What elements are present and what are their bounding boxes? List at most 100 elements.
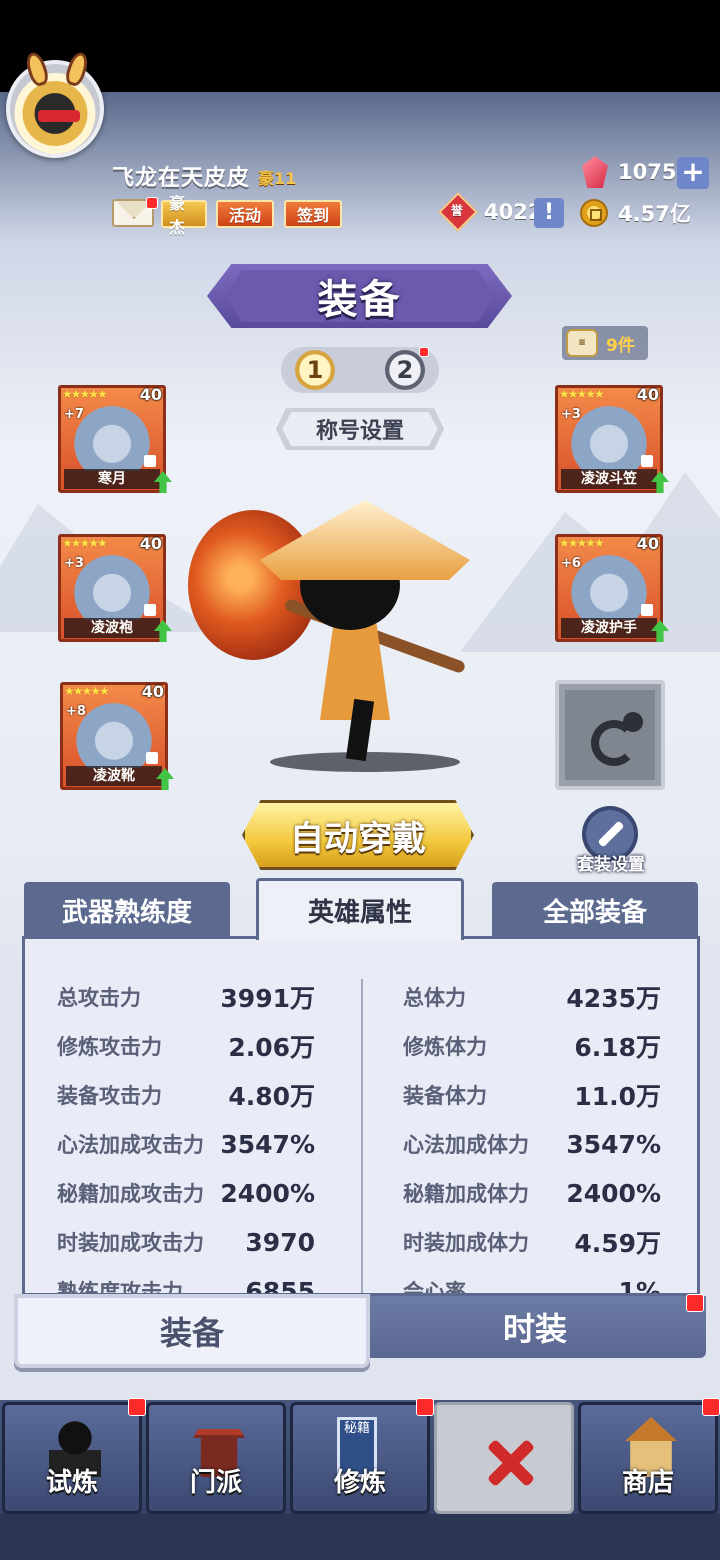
stat-row: 修炼体力 6.18万 xyxy=(403,1033,661,1062)
column-divider xyxy=(361,979,363,1293)
hat-slot[interactable]: ★★★★★ 40 +3 凌波斗笠 xyxy=(555,385,669,493)
stat-row: 熟练度攻击力 6855 xyxy=(57,1276,315,1296)
nav-label: 商店 xyxy=(621,1468,674,1498)
avatar-ear xyxy=(63,50,91,88)
notification-dot xyxy=(702,1398,720,1416)
notification-dot xyxy=(686,1294,704,1312)
slot-level: 40 xyxy=(636,534,659,553)
avatar-ear xyxy=(23,50,51,88)
slot-name: 凌波靴 xyxy=(66,766,162,786)
nav-cultivate[interactable]: 秘籍 修炼 xyxy=(290,1402,430,1514)
title-setting-button[interactable]: 称号设置 xyxy=(276,408,444,450)
screen-title-banner: 装备 xyxy=(207,264,512,328)
suit-setting-button[interactable]: 套装设置 xyxy=(566,806,656,875)
honor-counter: 誉 4022 xyxy=(438,192,542,232)
stat-row: 总体力 4235万 xyxy=(403,984,661,1013)
avatar-mask xyxy=(38,110,80,122)
notification-dot xyxy=(416,1398,434,1416)
lock-icon xyxy=(146,752,158,764)
nav-trial[interactable]: 试炼 xyxy=(2,1402,142,1514)
close-icon xyxy=(487,1439,531,1483)
nav-label: 门派 xyxy=(189,1468,242,1498)
lock-icon xyxy=(641,604,653,616)
nav-close[interactable] xyxy=(434,1402,574,1514)
gauntlet-slot[interactable]: ★★★★★ 40 +6 凌波护手 xyxy=(555,534,669,642)
star-rating: ★★★★★ xyxy=(559,536,605,550)
enhance-level: +3 xyxy=(561,407,581,422)
stat-row: 会心率 1% xyxy=(403,1276,661,1296)
activity-button[interactable]: 活动 xyxy=(216,200,274,228)
enhance-level: +8 xyxy=(66,704,86,719)
stat-row: 秘籍加成体力 2400% xyxy=(403,1178,661,1208)
subtab-equipment[interactable]: 装备 xyxy=(14,1294,370,1368)
slot-level: 40 xyxy=(139,534,162,553)
weapon-slot[interactable]: ★★★★★ 40 +7 寒月 xyxy=(58,385,172,493)
slot-level: 40 xyxy=(141,682,164,701)
subtab-fashion[interactable]: 时装 xyxy=(364,1296,706,1358)
stat-row: 心法加成攻击力 3547% xyxy=(57,1129,315,1159)
stat-row: 装备体力 11.0万 xyxy=(403,1082,661,1111)
signin-button[interactable]: 签到 xyxy=(284,200,342,228)
scroll-count: 9件 xyxy=(606,335,635,356)
star-rating: ★★★★★ xyxy=(62,536,108,550)
slot-inner xyxy=(565,690,655,780)
enhance-level: +7 xyxy=(64,407,84,422)
scroll-icon: ≡ xyxy=(566,329,598,357)
stat-row: 秘籍加成攻击力 2400% xyxy=(57,1178,315,1208)
hero-attributes-panel: 总攻击力 3991万 修炼攻击力 2.06万 装备攻击力 4.80万 心法加成攻击力 3… xyxy=(22,936,700,1296)
star-rating: ★★★★★ xyxy=(64,684,110,698)
nav-shop[interactable]: 商店 xyxy=(578,1402,718,1514)
stat-row: 装备攻击力 4.80万 xyxy=(57,1082,315,1111)
tab-hero-attributes[interactable]: 英雄属性 xyxy=(256,878,464,940)
ring-dot xyxy=(623,712,643,732)
slot-level: 40 xyxy=(636,385,659,404)
gem-icon xyxy=(582,156,608,188)
gem-counter: 1075 xyxy=(582,156,676,188)
lock-icon xyxy=(641,455,653,467)
accessory-empty-slot[interactable] xyxy=(555,680,665,790)
gem-amount: 1075 xyxy=(618,160,677,184)
hero-character xyxy=(170,480,500,780)
nav-label: 修炼 xyxy=(333,1468,386,1498)
honor-icon: 誉 xyxy=(438,192,478,232)
scroll-count-chip[interactable]: ≡ 9件 xyxy=(562,326,648,360)
stat-row: 修炼攻击力 2.06万 xyxy=(57,1033,315,1062)
vip-level: 豪11 xyxy=(258,169,297,188)
bottom-strip xyxy=(0,1514,720,1560)
stat-row: 总攻击力 3991万 xyxy=(57,984,315,1013)
screen-title: 装备 xyxy=(317,277,402,323)
notification-dot xyxy=(419,347,429,357)
tab-weapon-mastery[interactable]: 武器熟练度 xyxy=(24,882,230,938)
stat-row: 时装加成攻击力 3970 xyxy=(57,1227,315,1257)
slot-level: 40 xyxy=(139,385,162,404)
suit-setting-label: 套装设置 xyxy=(577,855,645,875)
gold-counter: 4.57亿 xyxy=(580,198,691,228)
slot-name: 寒月 xyxy=(64,469,160,489)
notification-dot xyxy=(146,197,158,209)
coin-icon xyxy=(580,199,608,227)
tab-all-equipment[interactable]: 全部装备 xyxy=(492,882,698,938)
star-rating: ★★★★★ xyxy=(62,387,108,401)
nav-sect[interactable]: 门派 xyxy=(146,1402,286,1514)
honor-info-button[interactable]: ! xyxy=(534,198,564,228)
slot-name: 凌波护手 xyxy=(561,618,657,638)
lock-icon xyxy=(144,455,156,467)
gold-amount: 4.57亿 xyxy=(618,202,691,226)
boots-slot[interactable]: ★★★★★ 40 +8 凌波靴 xyxy=(60,682,174,790)
nav-label: 试炼 xyxy=(45,1468,98,1498)
equipment-page-switch: 1 2 xyxy=(281,347,439,393)
page-1-button[interactable]: 1 xyxy=(295,350,335,390)
player-name: 飞龙在天皮皮 xyxy=(112,166,251,191)
lantern-weapon xyxy=(188,510,318,660)
stat-row: 时装加成体力 4.59万 xyxy=(403,1229,661,1258)
notification-dot xyxy=(128,1398,146,1416)
enhance-level: +3 xyxy=(64,556,84,571)
player-avatar[interactable] xyxy=(6,50,104,158)
hao-jie-button[interactable]: 豪杰 xyxy=(161,194,207,237)
add-gems-button[interactable]: + xyxy=(677,157,709,189)
star-rating: ★★★★★ xyxy=(559,387,605,401)
enhance-level: +6 xyxy=(561,556,581,571)
robe-slot[interactable]: ★★★★★ 40 +3 凌波袍 xyxy=(58,534,172,642)
slot-name: 凌波袍 xyxy=(64,618,160,638)
auto-wear-button[interactable]: 自动穿戴 xyxy=(242,800,474,870)
